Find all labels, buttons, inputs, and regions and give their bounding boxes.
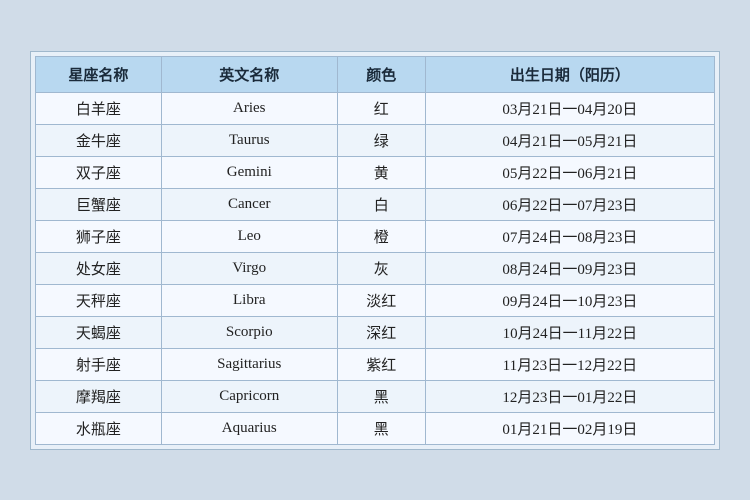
zodiac-table: 星座名称 英文名称 颜色 出生日期（阳历） 白羊座Aries红03月21日一04… [35,56,715,445]
cell-zh: 双子座 [36,156,162,188]
cell-color: 深红 [337,316,425,348]
cell-color: 黑 [337,412,425,444]
cell-color: 灰 [337,252,425,284]
cell-zh: 处女座 [36,252,162,284]
cell-zh: 射手座 [36,348,162,380]
table-row: 双子座Gemini黄05月22日一06月21日 [36,156,715,188]
header-en: 英文名称 [161,56,337,92]
cell-en: Aquarius [161,412,337,444]
cell-date: 05月22日一06月21日 [425,156,714,188]
cell-date: 07月24日一08月23日 [425,220,714,252]
table-row: 天蝎座Scorpio深红10月24日一11月22日 [36,316,715,348]
header-color: 颜色 [337,56,425,92]
cell-date: 10月24日一11月22日 [425,316,714,348]
cell-date: 08月24日一09月23日 [425,252,714,284]
cell-en: Capricorn [161,380,337,412]
cell-en: Virgo [161,252,337,284]
table-row: 巨蟹座Cancer白06月22日一07月23日 [36,188,715,220]
cell-en: Libra [161,284,337,316]
cell-color: 黑 [337,380,425,412]
zodiac-table-container: 星座名称 英文名称 颜色 出生日期（阳历） 白羊座Aries红03月21日一04… [30,51,720,450]
table-row: 水瓶座Aquarius黑01月21日一02月19日 [36,412,715,444]
cell-color: 橙 [337,220,425,252]
table-row: 白羊座Aries红03月21日一04月20日 [36,92,715,124]
cell-date: 12月23日一01月22日 [425,380,714,412]
cell-color: 黄 [337,156,425,188]
cell-zh: 白羊座 [36,92,162,124]
cell-color: 紫红 [337,348,425,380]
table-row: 射手座Sagittarius紫红11月23日一12月22日 [36,348,715,380]
table-row: 处女座Virgo灰08月24日一09月23日 [36,252,715,284]
cell-date: 03月21日一04月20日 [425,92,714,124]
table-header-row: 星座名称 英文名称 颜色 出生日期（阳历） [36,56,715,92]
cell-en: Scorpio [161,316,337,348]
cell-en: Aries [161,92,337,124]
table-row: 天秤座Libra淡红09月24日一10月23日 [36,284,715,316]
cell-date: 06月22日一07月23日 [425,188,714,220]
cell-color: 淡红 [337,284,425,316]
cell-date: 01月21日一02月19日 [425,412,714,444]
header-date: 出生日期（阳历） [425,56,714,92]
table-row: 摩羯座Capricorn黑12月23日一01月22日 [36,380,715,412]
cell-en: Gemini [161,156,337,188]
cell-date: 04月21日一05月21日 [425,124,714,156]
cell-date: 09月24日一10月23日 [425,284,714,316]
cell-zh: 狮子座 [36,220,162,252]
table-row: 金牛座Taurus绿04月21日一05月21日 [36,124,715,156]
cell-date: 11月23日一12月22日 [425,348,714,380]
cell-zh: 摩羯座 [36,380,162,412]
cell-color: 白 [337,188,425,220]
cell-en: Sagittarius [161,348,337,380]
cell-zh: 巨蟹座 [36,188,162,220]
cell-en: Taurus [161,124,337,156]
cell-zh: 水瓶座 [36,412,162,444]
table-row: 狮子座Leo橙07月24日一08月23日 [36,220,715,252]
cell-zh: 天蝎座 [36,316,162,348]
cell-color: 绿 [337,124,425,156]
cell-zh: 金牛座 [36,124,162,156]
cell-en: Leo [161,220,337,252]
cell-zh: 天秤座 [36,284,162,316]
cell-color: 红 [337,92,425,124]
header-zh: 星座名称 [36,56,162,92]
cell-en: Cancer [161,188,337,220]
